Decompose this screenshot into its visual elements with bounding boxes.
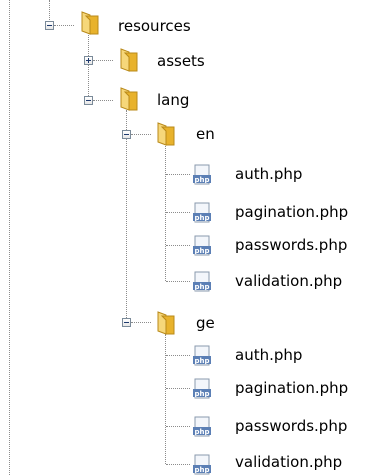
tree-file-en-pagination[interactable]: pagination.php [235, 202, 348, 222]
tree-guide-line [165, 141, 166, 281]
tree-file-en-passwords[interactable]: passwords.php [235, 235, 347, 255]
folder-icon [157, 311, 175, 335]
folder-icon [81, 11, 99, 35]
tree-file-ge-passwords[interactable]: passwords.php [235, 416, 347, 436]
php-badge-text: php [194, 247, 209, 255]
collapse-toggle-en[interactable] [122, 130, 131, 139]
tree-guide-line [165, 334, 166, 464]
php-badge-text: php [194, 214, 209, 222]
php-file-icon: php [193, 378, 211, 399]
tree-connector [166, 281, 190, 282]
tree-file-ge-auth[interactable]: auth.php [235, 345, 302, 365]
tree-file-en-validation[interactable]: validation.php [235, 271, 342, 291]
tree-label-resources[interactable]: resources [118, 16, 191, 36]
tree-connector [93, 60, 113, 61]
expand-toggle-assets[interactable] [84, 56, 93, 65]
php-badge-text: php [194, 466, 209, 474]
php-badge-text: php [194, 283, 209, 291]
tree-connector [131, 322, 151, 323]
tree-connector [93, 100, 113, 101]
tree-label-assets[interactable]: assets [157, 51, 205, 71]
php-file-icon: php [193, 454, 211, 475]
collapse-toggle-lang[interactable] [84, 96, 93, 105]
folder-icon [120, 48, 138, 72]
php-file-icon: php [193, 202, 211, 223]
folder-icon [157, 122, 175, 146]
tree-file-ge-validation[interactable]: validation.php [235, 452, 342, 472]
php-file-icon: php [193, 164, 211, 185]
tree-connector [166, 355, 190, 356]
tree-connector [166, 388, 190, 389]
tree-connector [166, 245, 190, 246]
tree-connector [166, 212, 190, 213]
php-badge-text: php [194, 176, 209, 184]
tree-guide-line [126, 110, 127, 322]
tree-connector [166, 464, 190, 465]
tree-label-lang[interactable]: lang [157, 90, 189, 110]
tree-label-en[interactable]: en [196, 124, 215, 144]
tree-file-ge-pagination[interactable]: pagination.php [235, 378, 348, 398]
collapse-toggle-resources[interactable] [45, 21, 54, 30]
tree-connector [166, 174, 190, 175]
tree-guide-line [88, 32, 89, 100]
php-badge-text: php [194, 390, 209, 398]
folder-icon [120, 87, 138, 111]
tree-guide-line [9, 0, 10, 475]
tree-file-en-auth[interactable]: auth.php [235, 164, 302, 184]
php-badge-text: php [194, 428, 209, 436]
tree-connector [131, 134, 151, 135]
php-file-icon: php [193, 271, 211, 292]
php-badge-text: php [194, 357, 209, 365]
collapse-toggle-ge[interactable] [122, 318, 131, 327]
tree-connector [54, 25, 74, 26]
php-file-icon: php [193, 235, 211, 256]
tree-connector [166, 426, 190, 427]
php-file-icon: php [193, 345, 211, 366]
tree-label-ge[interactable]: ge [196, 313, 215, 333]
php-file-icon: php [193, 416, 211, 437]
file-tree: resources assets lang en php auth.php ph… [0, 0, 388, 475]
